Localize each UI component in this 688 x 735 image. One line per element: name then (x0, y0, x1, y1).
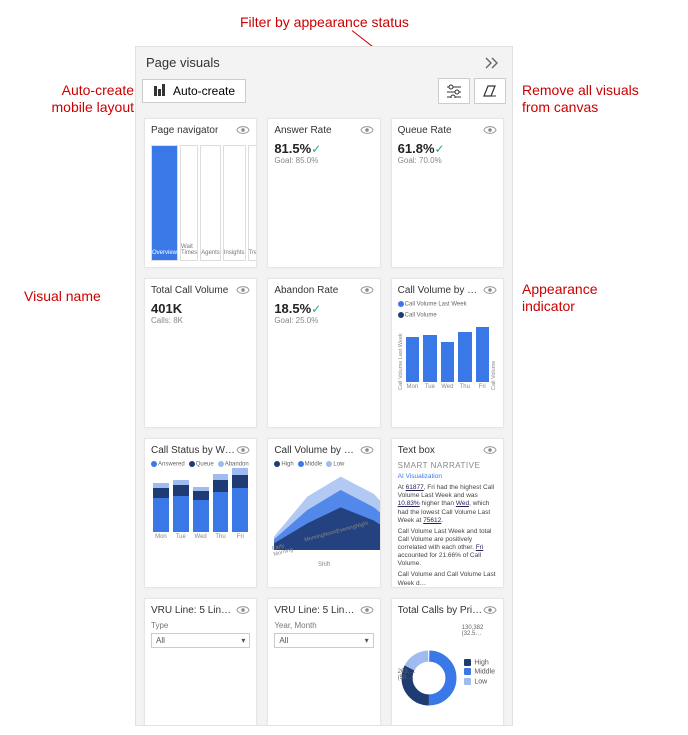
kpi-value: 81.5% (274, 141, 311, 156)
visibility-icon[interactable] (236, 283, 250, 297)
stacked-bar-chart: Mon Tue Wed Thu Fri (151, 470, 250, 540)
slicer-dropdown[interactable]: All ▾ (151, 633, 250, 648)
kpi-value: 61.8% (398, 141, 435, 156)
slicer-dropdown[interactable]: All ▾ (274, 633, 373, 648)
visibility-icon[interactable] (483, 603, 497, 617)
tile-call-volume-by[interactable]: Call Volume by … Call Volume Last Week C… (391, 278, 504, 428)
visibility-icon[interactable] (360, 123, 374, 137)
legend: High Middle Low (274, 461, 373, 468)
panel-title: Page visuals (146, 55, 220, 70)
visuals-grid: Page navigator Overview Wait Times Agent… (136, 110, 512, 725)
tile-title: Page navigator (151, 125, 218, 136)
anno-visual-name: Visual name (24, 288, 101, 305)
anno-autocreate: Auto-create mobile layout (14, 82, 134, 116)
legend: High Middle Low (464, 657, 495, 687)
page-navigator-preview: Overview Wait Times Agents Insights Tren… (151, 141, 250, 261)
tile-call-volume-by-s[interactable]: Call Volume by S… High Middle Low Early … (267, 438, 380, 588)
tile-title: VRU Line: 5 Line… (274, 605, 359, 616)
tile-title: Text box (398, 445, 435, 456)
anno-filter: Filter by appearance status (240, 14, 409, 31)
eraser-icon (482, 84, 498, 98)
chevron-down-icon: ▾ (365, 636, 369, 645)
tile-title: Abandon Rate (274, 285, 338, 296)
bar-chart: Mon Tue Wed Thu Fri (404, 320, 491, 390)
filter-button[interactable] (438, 78, 470, 104)
tile-title: Total Calls by Pri… (398, 605, 482, 616)
tile-title: Queue Rate (398, 125, 452, 136)
tile-answer-rate[interactable]: Answer Rate 81.5%✓ Goal: 85.0% (267, 118, 380, 268)
tile-text-box[interactable]: Text box SMART NARRATIVE AI Visualizatio… (391, 438, 504, 588)
visibility-icon[interactable] (483, 443, 497, 457)
slicer-field: Year, Month (274, 621, 373, 630)
panel-toolbar: Auto-create (136, 76, 512, 110)
visibility-icon[interactable] (236, 443, 250, 457)
visibility-icon[interactable] (360, 443, 374, 457)
auto-create-icon (153, 84, 167, 98)
eraser-button[interactable] (474, 78, 506, 104)
tile-total-calls-by-pri[interactable]: Total Calls by Pri… 203,… (50.… (391, 598, 504, 725)
tile-title: Answer Rate (274, 125, 331, 136)
auto-create-label: Auto-create (173, 84, 235, 98)
tile-title: VRU Line: 5 Line… (151, 605, 236, 616)
legend: Answered Queue Abandon (151, 461, 250, 468)
y-axis-right: Call Volume (491, 320, 497, 390)
visibility-icon[interactable] (360, 283, 374, 297)
kpi-goal: Goal: 70.0% (398, 156, 497, 165)
kpi-value: 401K (151, 301, 182, 316)
tile-title: Call Volume by … (398, 285, 477, 296)
anno-remove: Remove all visuals from canvas (522, 82, 639, 116)
chevron-down-icon: ▾ (241, 636, 245, 645)
visibility-icon[interactable] (236, 603, 250, 617)
panel-header: Page visuals (136, 47, 512, 76)
tile-total-call-volume[interactable]: Total Call Volume 401K Calls: 8K (144, 278, 257, 428)
tile-title: Call Volume by S… (274, 445, 359, 456)
tile-vru-line-2[interactable]: VRU Line: 5 Line… Year, Month All ▾ (267, 598, 380, 725)
tile-queue-rate[interactable]: Queue Rate 61.8%✓ Goal: 70.0% (391, 118, 504, 268)
visibility-icon[interactable] (360, 603, 374, 617)
collapse-icon[interactable] (484, 57, 502, 69)
tile-abandon-rate[interactable]: Abandon Rate 18.5%✓ Goal: 25.0% (267, 278, 380, 428)
smart-narrative: SMART NARRATIVE AI Visualization At 6187… (392, 459, 503, 587)
y-axis-left: Call Volume Last Week (398, 320, 404, 390)
page-visuals-panel: Page visuals Auto-create Page navi (135, 46, 513, 726)
kpi-value: 18.5% (274, 301, 311, 316)
tile-title: Total Call Volume (151, 285, 228, 296)
visibility-icon[interactable] (236, 123, 250, 137)
auto-create-button[interactable]: Auto-create (142, 79, 246, 103)
visibility-icon[interactable] (483, 283, 497, 297)
legend: Call Volume Last Week Call Volume (398, 301, 497, 318)
slicer-field: Type (151, 621, 250, 630)
tile-vru-line-1[interactable]: VRU Line: 5 Line… Type All ▾ (144, 598, 257, 725)
tile-call-status-by-w[interactable]: Call Status by W… Answered Queue Abandon… (144, 438, 257, 588)
kpi-goal: Goal: 85.0% (274, 156, 373, 165)
visibility-icon[interactable] (483, 123, 497, 137)
sliders-icon (446, 84, 462, 98)
tile-page-navigator[interactable]: Page navigator Overview Wait Times Agent… (144, 118, 257, 268)
x-axis-label: Shift (274, 562, 373, 568)
kpi-goal: Goal: 25.0% (274, 316, 373, 325)
tile-title: Call Status by W… (151, 445, 235, 456)
anno-appearance: Appearance indicator (522, 281, 598, 315)
kpi-sub: Calls: 8K (151, 316, 250, 325)
